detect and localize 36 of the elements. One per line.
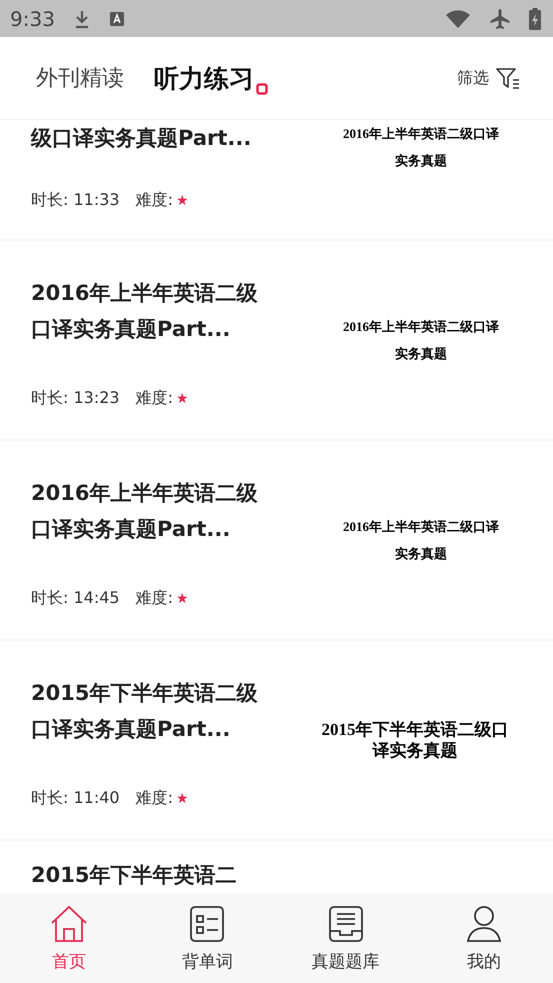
tab[interactable]: 外刊精读 [36, 57, 124, 99]
difficulty-rating: ★ [176, 590, 189, 606]
item-title[interactable]: 2015年下半年英语二 [31, 857, 263, 893]
nav-tab[interactable]: 首页 [0, 893, 138, 983]
duration-text: 时长: 13:23 [31, 388, 120, 409]
difficulty-label: 难度: [136, 190, 173, 211]
app-notification-icon [108, 10, 125, 26]
duration-text: 时长: 11:40 [31, 788, 120, 809]
item-title[interactable]: 2015年下半年英语二级口译实务真题Part... [31, 675, 263, 747]
battery-icon [529, 8, 541, 30]
duration-text: 时长: 11:33 [31, 190, 120, 211]
airplane-icon [489, 8, 511, 30]
duration-text: 时长: 14:45 [31, 588, 120, 609]
difficulty-rating: ★ [176, 192, 189, 208]
nav-tab[interactable]: 我的 [414, 893, 553, 983]
clock: 9:33 [10, 6, 55, 30]
item-title[interactable]: 级口译实务真题Part... [31, 120, 263, 156]
wifi-icon [445, 8, 471, 28]
filter-icon [495, 67, 521, 89]
difficulty-label: 难度: [136, 588, 173, 609]
indicator-icon [256, 83, 268, 95]
cover-text: 2016年上半年英语二级口译实务真题 [342, 518, 500, 563]
difficulty-rating: ★ [176, 790, 189, 806]
nav-tab[interactable]: 背单词 [138, 893, 276, 983]
item-title[interactable]: 2016年上半年英语二级口译实务真题Part... [31, 475, 263, 547]
filter-button[interactable]: 筛选 [457, 67, 521, 89]
item-title[interactable]: 2016年上半年英语二级口译实务真题Part... [31, 275, 263, 347]
difficulty-rating: ★ [176, 390, 189, 406]
nav-tab[interactable]: 真题题库 [276, 893, 415, 983]
difficulty-label: 难度: [136, 788, 173, 809]
cover-text: 2016年上半年英语二级口译实务真题 [342, 318, 500, 363]
tab[interactable]: 听力练习 [154, 56, 254, 100]
cover-text: 2016年上半年英语二级口译实务真题 [342, 125, 500, 170]
cover-text: 2015年下半年英语二级口译实务真题 [320, 719, 510, 761]
home-icon [49, 904, 90, 944]
difficulty-label: 难度: [136, 388, 173, 409]
